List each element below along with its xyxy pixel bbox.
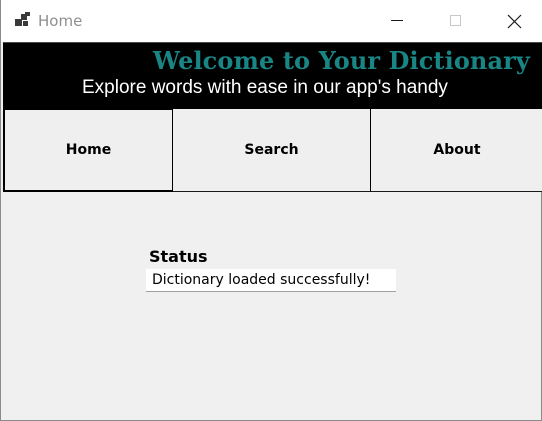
minimize-button[interactable]: [369, 0, 427, 42]
status-value: Dictionary loaded successfully!: [152, 272, 371, 288]
nav-about-button[interactable]: About: [370, 108, 542, 192]
app-window-icon: [15, 12, 31, 28]
banner-title: Welcome to Your Dictionary: [153, 46, 530, 75]
close-button[interactable]: [485, 0, 542, 42]
title-bar[interactable]: Home: [1, 0, 542, 42]
nav-home-button[interactable]: Home: [3, 108, 173, 192]
status-field: Dictionary loaded successfully!: [146, 269, 396, 292]
maximize-button[interactable]: [427, 0, 485, 42]
banner-subtitle: Explore words with ease in our app's han…: [82, 77, 448, 98]
nav-search-button[interactable]: Search: [173, 108, 370, 192]
window-title: Home: [38, 12, 83, 30]
header-banner: Welcome to Your Dictionary Explore words…: [3, 42, 542, 108]
nav-bar: Home Search About: [3, 108, 542, 192]
app-window: Home Welcome to Your Dictionary Explore …: [0, 0, 542, 421]
status-label: Status: [149, 247, 208, 266]
